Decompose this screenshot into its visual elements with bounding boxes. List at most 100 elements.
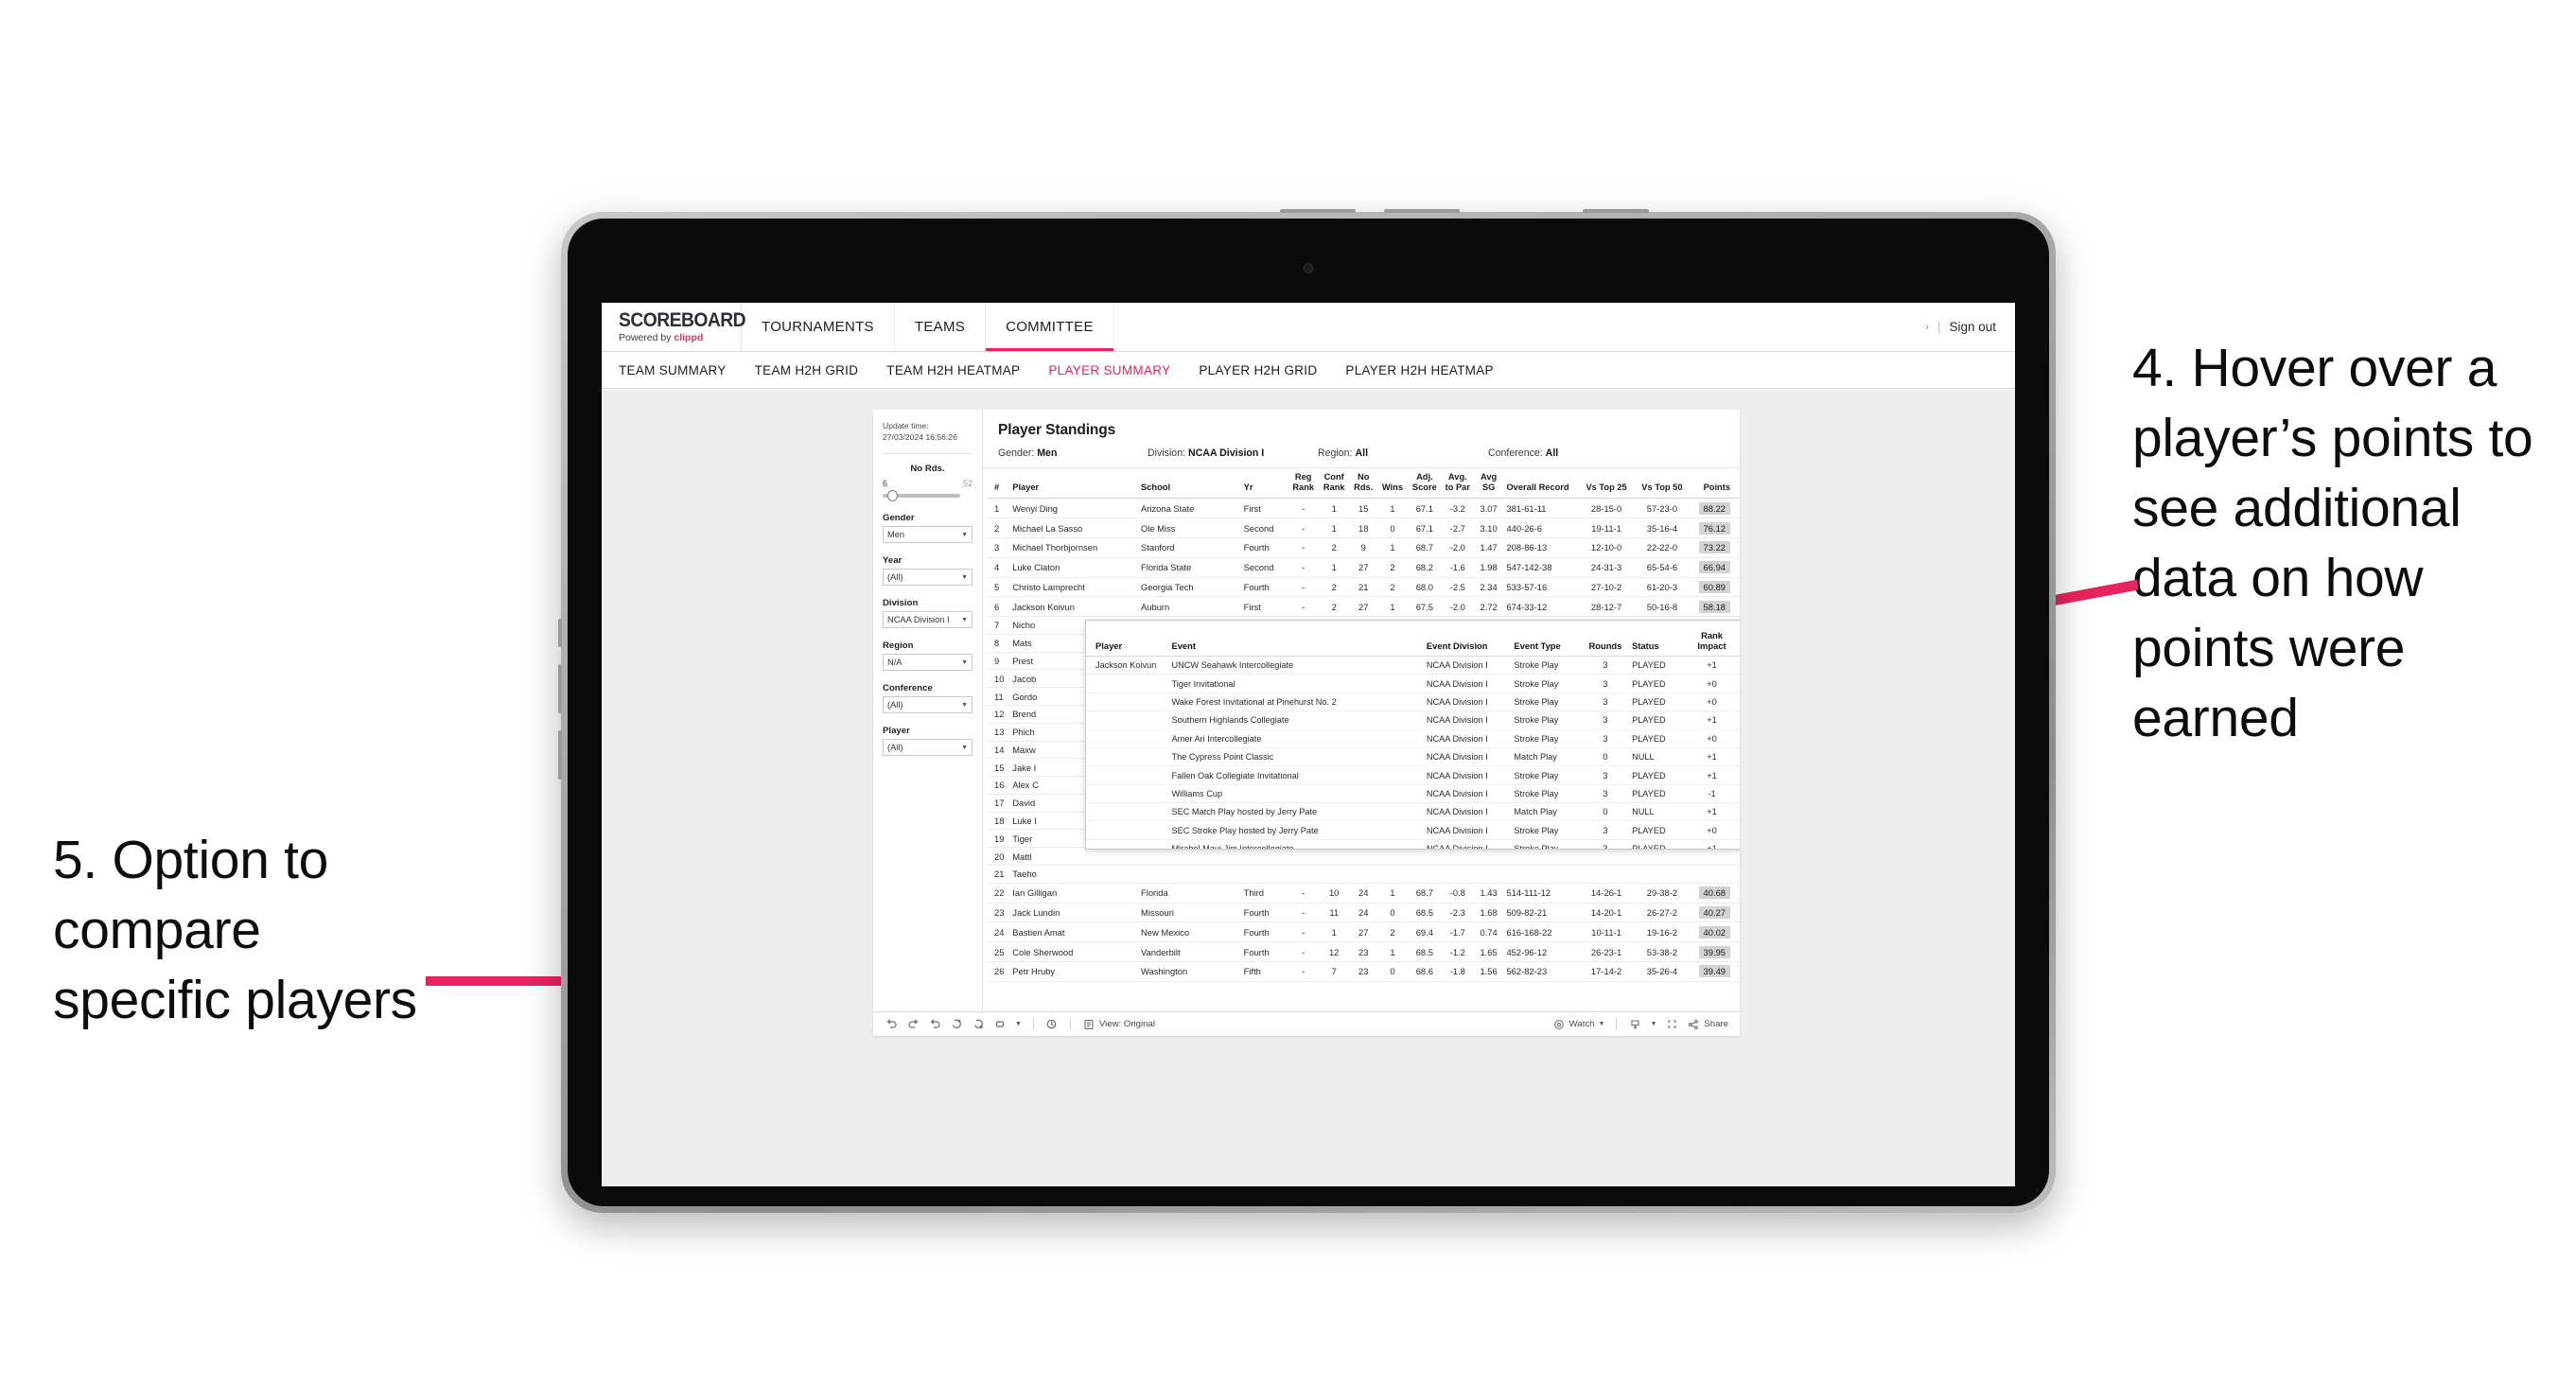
table-row[interactable]: 22 Ian Gilligan Florida Third -10 24 1 68.7 -0.8… <box>987 883 1740 904</box>
cell-conf: 12 <box>1318 941 1350 962</box>
col-player[interactable]: Player <box>1009 468 1139 500</box>
revert-icon[interactable] <box>928 1018 941 1031</box>
col-yr[interactable]: Yr <box>1240 468 1288 500</box>
col-rank[interactable]: # <box>987 468 1010 500</box>
filter-conference-select[interactable]: (All) ▼ <box>883 696 973 714</box>
download-caret-icon[interactable]: ▼ <box>1650 1021 1656 1027</box>
tablet-top-button-1 <box>1280 209 1356 213</box>
cell-pts[interactable] <box>1690 847 1740 866</box>
points-chip[interactable]: 40.02 <box>1698 925 1730 939</box>
points-chip[interactable]: 60.89 <box>1698 580 1730 593</box>
table-row[interactable]: 26 Petr Hruby Washington Fifth -7 23 0 68.6 -1.8… <box>987 961 1740 982</box>
table-row[interactable]: 23 Jack Lundin Missouri Fourth -11 24 0 68.5 -2.… <box>987 903 1740 923</box>
col-avg-sg[interactable]: Avg SG <box>1473 468 1504 500</box>
table-row[interactable]: 1 Wenyi Ding Arizona State First -1 15 1 67.1 -3… <box>987 498 1740 519</box>
tt-cell-type: Stroke Play <box>1510 693 1583 712</box>
undo-icon[interactable] <box>885 1018 898 1031</box>
col-reg-rank[interactable]: Reg Rank <box>1288 468 1319 500</box>
points-chip[interactable]: 73.22 <box>1698 541 1730 554</box>
cell-pts[interactable]: 73.22 <box>1690 537 1740 558</box>
col-adj-score[interactable]: Adj. Score <box>1407 468 1442 500</box>
filter-region-select[interactable]: N/A ▼ <box>883 654 973 672</box>
col-wins[interactable]: Wins <box>1377 468 1408 500</box>
filter-year-select[interactable]: (All) ▼ <box>883 569 973 587</box>
nav-item-tournaments[interactable]: TOURNAMENTS <box>742 303 895 351</box>
points-chip[interactable]: 66.94 <box>1698 561 1730 574</box>
tt-cell-rank: +1 <box>1691 711 1733 730</box>
col-no-rds[interactable]: No Rds. <box>1349 468 1378 500</box>
share-button[interactable]: Share <box>1687 1018 1728 1031</box>
clear-sheet-icon[interactable] <box>993 1018 1007 1031</box>
nav-item-teams[interactable]: TEAMS <box>895 303 987 351</box>
user-caret-icon[interactable]: › <box>1925 322 1929 333</box>
tab-team-h2h-grid[interactable]: TEAM H2H GRID <box>755 363 859 377</box>
tab-player-h2h-grid[interactable]: PLAYER H2H GRID <box>1199 363 1317 377</box>
col-conf-rank[interactable]: Conf Rank <box>1318 468 1350 500</box>
sign-out-button[interactable]: Sign out <box>1949 320 1996 334</box>
tt-cell-rank: +0 <box>1691 693 1733 712</box>
table-row[interactable]: 3 Michael Thorbjornsen Stanford Fourth -2 9 1 6… <box>987 537 1740 558</box>
reset-icon[interactable] <box>1045 1018 1059 1031</box>
cell-pts[interactable] <box>1690 865 1740 884</box>
cell-pts[interactable]: 58.18 <box>1690 596 1740 618</box>
cell-pts[interactable]: 39.49 <box>1690 961 1740 982</box>
brand-logo[interactable]: SCOREBOARD Powered by clippd <box>602 303 746 351</box>
nav-item-committee[interactable]: COMMITTEE <box>986 303 1114 351</box>
pause-auto-update-icon[interactable] <box>972 1018 985 1031</box>
clear-sheet-caret-icon[interactable]: ▼ <box>1015 1021 1022 1027</box>
cell-pts[interactable]: 88.22 <box>1690 498 1740 519</box>
no-rounds-max: 52 <box>962 479 973 489</box>
tt-cell-type: Stroke Play <box>1510 711 1583 730</box>
col-avg-to-par[interactable]: Avg. to Par <box>1441 468 1474 500</box>
tt-cell-status: PLAYED <box>1628 820 1691 840</box>
col-points[interactable]: Points <box>1690 468 1740 500</box>
watch-button[interactable]: Watch ▼ <box>1552 1018 1604 1031</box>
col-vs-top-25[interactable]: Vs Top 25 <box>1578 468 1635 500</box>
refresh-icon[interactable] <box>950 1018 963 1031</box>
tab-player-summary[interactable]: PLAYER SUMMARY <box>1048 363 1170 377</box>
chevron-down-icon: ▼ <box>961 701 968 709</box>
redo-icon[interactable] <box>906 1018 920 1031</box>
points-chip[interactable]: 88.22 <box>1698 501 1730 515</box>
download-icon[interactable] <box>1628 1018 1641 1031</box>
cell-pts[interactable]: 40.68 <box>1690 883 1740 904</box>
filter-division-select[interactable]: NCAA Division I ▼ <box>883 611 973 629</box>
table-row[interactable]: 5 Christo Lamprecht Georgia Tech Fourth -2 21… <box>987 577 1740 598</box>
cell-sg: 3.10 <box>1473 518 1504 538</box>
cell-pts[interactable]: 76.12 <box>1690 518 1740 538</box>
tt-cell-type: Stroke Play <box>1510 784 1583 804</box>
table-row[interactable]: 6 Jackson Koivun Auburn First -2 27 1 67.5 -2.0 2… <box>987 596 1740 618</box>
table-row[interactable]: 21 Taeho <box>987 865 1740 884</box>
filter-player-select[interactable]: (All) ▼ <box>883 739 973 757</box>
tab-team-h2h-heatmap[interactable]: TEAM H2H HEATMAP <box>886 363 1020 377</box>
cell-pts[interactable]: 66.94 <box>1690 557 1740 578</box>
cell-num: 10 <box>987 669 1010 689</box>
tab-team-summary[interactable]: TEAM SUMMARY <box>619 363 727 377</box>
col-school[interactable]: School <box>1138 468 1241 500</box>
table-row[interactable]: 24 Bastien Amat New Mexico Fourth -1 27 2 69.4-… <box>987 921 1740 943</box>
table-row[interactable]: 2 Michael La Sasso Ole Miss Second -1 18 0 67.1… <box>987 518 1740 538</box>
cell-adj: 67.1 <box>1407 498 1442 519</box>
points-chip[interactable]: 39.95 <box>1698 945 1730 958</box>
tab-player-h2h-heatmap[interactable]: PLAYER H2H HEATMAP <box>1345 363 1493 377</box>
table-row[interactable]: 20 Mattl <box>987 847 1740 866</box>
table-row[interactable]: 25 Cole Sherwood Vanderbilt Fourth -12 23 1 68.… <box>987 941 1740 962</box>
col-vs-top-50[interactable]: Vs Top 50 <box>1634 468 1691 500</box>
points-chip[interactable]: 39.49 <box>1698 965 1730 978</box>
col-overall-record[interactable]: Overall Record <box>1503 468 1579 500</box>
standings-table-wrap[interactable]: # Player School Yr Reg Rank Conf Rank No… <box>983 468 1740 1011</box>
cell-pts[interactable]: 39.95 <box>1690 941 1740 962</box>
filter-gender-select[interactable]: Men ▼ <box>883 526 973 544</box>
points-chip[interactable]: 40.27 <box>1698 905 1730 919</box>
cell-pts[interactable]: 40.27 <box>1690 903 1740 923</box>
cell-pts[interactable]: 40.02 <box>1690 921 1740 943</box>
cell-pts[interactable]: 60.89 <box>1690 577 1740 598</box>
points-chip[interactable]: 40.68 <box>1698 886 1730 900</box>
no-rounds-slider-thumb[interactable] <box>886 490 898 502</box>
no-rounds-slider[interactable] <box>883 490 960 502</box>
points-chip[interactable]: 58.18 <box>1698 600 1730 613</box>
table-row[interactable]: 4 Luke Claton Florida State Second -1 27 2 68.2… <box>987 557 1740 578</box>
view-original-button[interactable]: View: Original <box>1082 1018 1155 1031</box>
fullscreen-icon[interactable] <box>1665 1018 1678 1031</box>
points-chip[interactable]: 76.12 <box>1698 521 1730 535</box>
